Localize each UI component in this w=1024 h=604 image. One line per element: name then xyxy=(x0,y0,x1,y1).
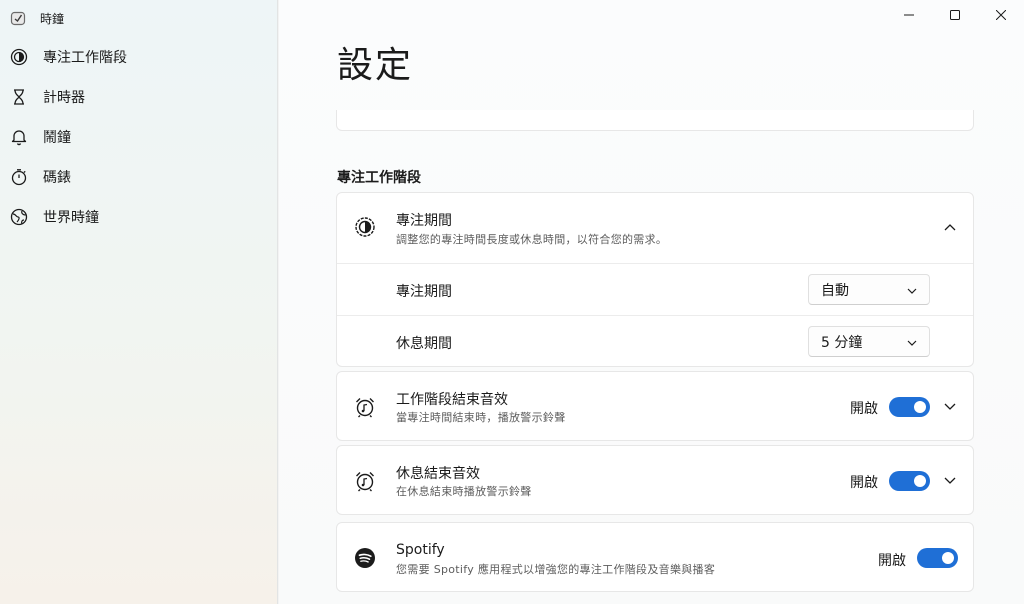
stopwatch-icon xyxy=(10,168,28,186)
maximize-button[interactable] xyxy=(932,0,978,30)
clock-app-icon xyxy=(10,10,26,26)
sidebar-item-focus-sessions[interactable]: 專注工作階段 xyxy=(0,37,278,77)
previous-settings-card xyxy=(336,110,974,131)
focus-period-description: 調整您的專注時間長度或休息時間，以符合您的需求。 xyxy=(396,233,668,246)
sidebar-nav: 專注工作階段 計時器 鬧鐘 碼錶 世界時鐘 xyxy=(0,37,278,237)
hourglass-icon xyxy=(10,88,28,106)
alarm-clock-music-icon xyxy=(354,396,376,418)
sidebar-item-label: 專注工作階段 xyxy=(43,50,127,66)
spotify-card[interactable]: Spotify 您需要 Spotify 應用程式以增強您的專注工作階段及音樂與播… xyxy=(336,522,974,592)
focus-duration-dropdown[interactable]: 自動 xyxy=(808,274,930,305)
page-title: 設定 xyxy=(337,45,414,86)
section-title: 專注工作階段 xyxy=(337,170,421,186)
sidebar-item-world-clock[interactable]: 世界時鐘 xyxy=(0,197,278,237)
break-duration-label: 休息期間 xyxy=(396,336,452,352)
chevron-down-icon[interactable] xyxy=(942,399,958,415)
sidebar-item-label: 碼錶 xyxy=(43,170,71,186)
minimize-button[interactable] xyxy=(886,0,932,30)
globe-icon xyxy=(10,208,28,226)
spotify-toggle[interactable] xyxy=(917,548,958,568)
app-title: 時鐘 xyxy=(40,11,65,26)
settings-scroll-area[interactable]: 專注工作階段 專注期間 調整您的專注時間長度或休息時間，以符合您的需求。 專注期… xyxy=(279,110,1024,604)
maximize-icon xyxy=(950,10,960,20)
spotify-icon xyxy=(354,547,376,569)
focus-icon xyxy=(10,48,28,66)
chevron-down-icon xyxy=(907,336,917,352)
break-duration-value: 5 分鐘 xyxy=(821,334,863,351)
sidebar-item-label: 鬧鐘 xyxy=(43,130,71,146)
focus-icon xyxy=(354,216,376,238)
spotify-title: Spotify xyxy=(396,542,445,558)
end-sound-description: 當專注時間結束時，播放警示鈴聲 xyxy=(396,411,566,424)
sidebar-item-stopwatch[interactable]: 碼錶 xyxy=(0,157,278,197)
end-sound-toggle-label: 開啟 xyxy=(850,401,878,417)
toggle-knob xyxy=(914,475,926,487)
spotify-description: 您需要 Spotify 應用程式以增強您的專注工作階段及音樂與播客 xyxy=(396,563,716,576)
close-button[interactable] xyxy=(978,0,1024,30)
break-duration-row: 休息期間 5 分鐘 xyxy=(337,315,973,367)
sidebar-item-alarm[interactable]: 鬧鐘 xyxy=(0,117,278,157)
chevron-up-icon[interactable] xyxy=(942,219,958,235)
app-title-bar: 時鐘 xyxy=(10,8,64,28)
spotify-toggle-label: 開啟 xyxy=(878,553,906,569)
focus-duration-row: 專注期間 自動 xyxy=(337,263,973,315)
window-controls xyxy=(886,0,1024,30)
sidebar: 時鐘 專注工作階段 計時器 鬧鐘 碼錶 世界時鐘 xyxy=(0,0,278,604)
chevron-down-icon[interactable] xyxy=(942,473,958,489)
sidebar-item-timer[interactable]: 計時器 xyxy=(0,77,278,117)
bell-icon xyxy=(10,128,28,146)
end-sound-toggle[interactable] xyxy=(889,397,930,417)
toggle-knob xyxy=(942,552,954,564)
close-icon xyxy=(996,10,1006,20)
focus-duration-label: 專注期間 xyxy=(396,284,452,300)
break-sound-card[interactable]: 休息結束音效 在休息結束時播放警示鈴聲 開啟 xyxy=(336,445,974,515)
alarm-clock-music-icon xyxy=(354,470,376,492)
focus-period-header[interactable]: 專注期間 調整您的專注時間長度或休息時間，以符合您的需求。 xyxy=(337,193,973,263)
break-sound-toggle-label: 開啟 xyxy=(850,475,878,491)
break-sound-description: 在休息結束時播放警示鈴聲 xyxy=(396,485,532,498)
focus-period-title: 專注期間 xyxy=(396,213,452,229)
break-sound-toggle[interactable] xyxy=(889,471,930,491)
minimize-icon xyxy=(904,14,914,16)
end-sound-title: 工作階段結束音效 xyxy=(396,392,508,408)
break-sound-title: 休息結束音效 xyxy=(396,466,480,482)
sidebar-item-label: 世界時鐘 xyxy=(43,210,99,226)
chevron-down-icon xyxy=(907,284,917,300)
focus-duration-value: 自動 xyxy=(821,282,849,299)
sidebar-item-label: 計時器 xyxy=(43,90,85,106)
toggle-knob xyxy=(914,401,926,413)
break-duration-dropdown[interactable]: 5 分鐘 xyxy=(808,326,930,357)
end-sound-card[interactable]: 工作階段結束音效 當專注時間結束時，播放警示鈴聲 開啟 xyxy=(336,371,974,441)
main-content: 設定 專注工作階段 專注期間 調整您的專注時間長度或休息時間，以符合您的需求。 xyxy=(279,0,1024,604)
focus-period-card: 專注期間 調整您的專注時間長度或休息時間，以符合您的需求。 專注期間 自動 休息… xyxy=(336,192,974,367)
